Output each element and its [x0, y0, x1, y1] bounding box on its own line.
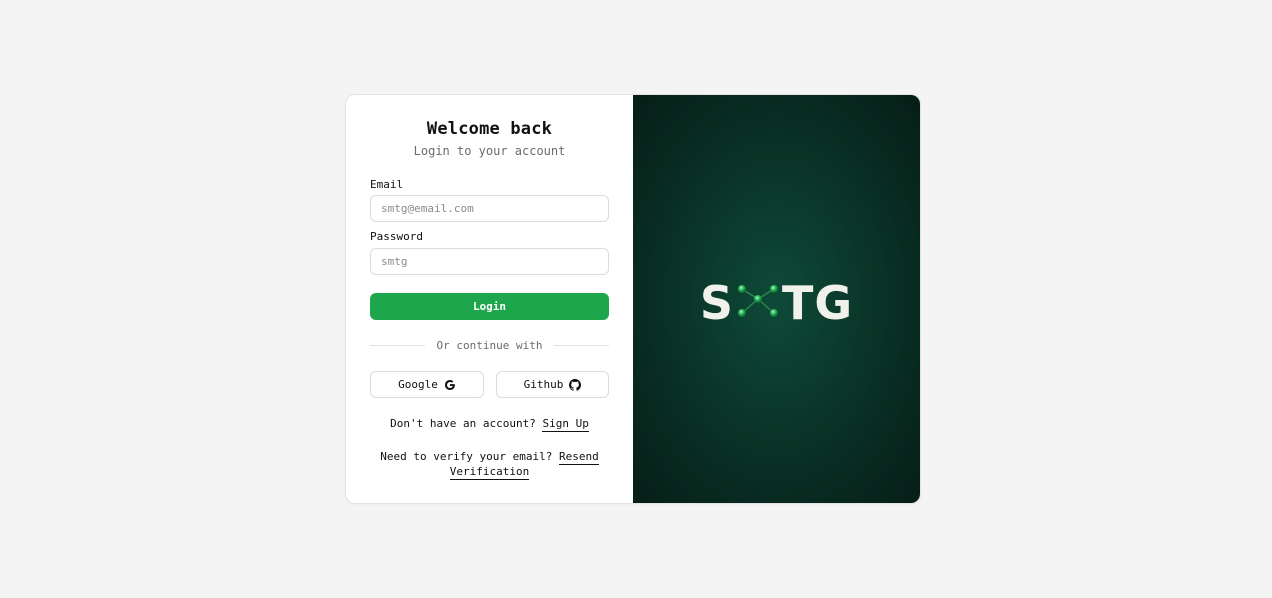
github-button[interactable]: Github — [496, 371, 609, 398]
divider-line-left — [370, 344, 425, 346]
login-card: Welcome back Login to your account Email… — [346, 95, 920, 503]
login-form-panel: Welcome back Login to your account Email… — [346, 95, 633, 503]
email-label: Email — [370, 178, 404, 191]
brand-logo: S TG — [700, 276, 853, 330]
page-title: Welcome back — [426, 119, 553, 139]
logo-letters-tg: TG — [782, 276, 854, 330]
brand-panel: S TG — [633, 95, 920, 503]
divider: Or continue with — [370, 338, 609, 352]
login-button[interactable]: Login — [370, 293, 609, 320]
password-label: Password — [370, 230, 423, 243]
page-subtitle: Login to your account — [413, 144, 566, 158]
divider-text: Or continue with — [436, 338, 543, 352]
divider-line-right — [554, 344, 609, 346]
github-icon — [569, 378, 582, 391]
molecule-icon — [736, 276, 780, 330]
signup-row: Don't have an account? Sign Up — [346, 416, 633, 432]
email-field[interactable] — [370, 195, 609, 222]
signup-link[interactable]: Sign Up — [542, 417, 589, 432]
logo-letter-s: S — [699, 276, 734, 330]
google-button[interactable]: Google — [370, 371, 484, 398]
verify-prompt: Need to verify your email? — [380, 450, 553, 463]
verify-row: Need to verify your email? Resend Verifi… — [346, 449, 633, 480]
google-button-label: Google — [398, 378, 438, 391]
github-button-label: Github — [523, 378, 564, 391]
signup-prompt: Don't have an account? — [390, 417, 536, 430]
google-icon — [444, 379, 456, 391]
password-field[interactable] — [370, 248, 609, 275]
